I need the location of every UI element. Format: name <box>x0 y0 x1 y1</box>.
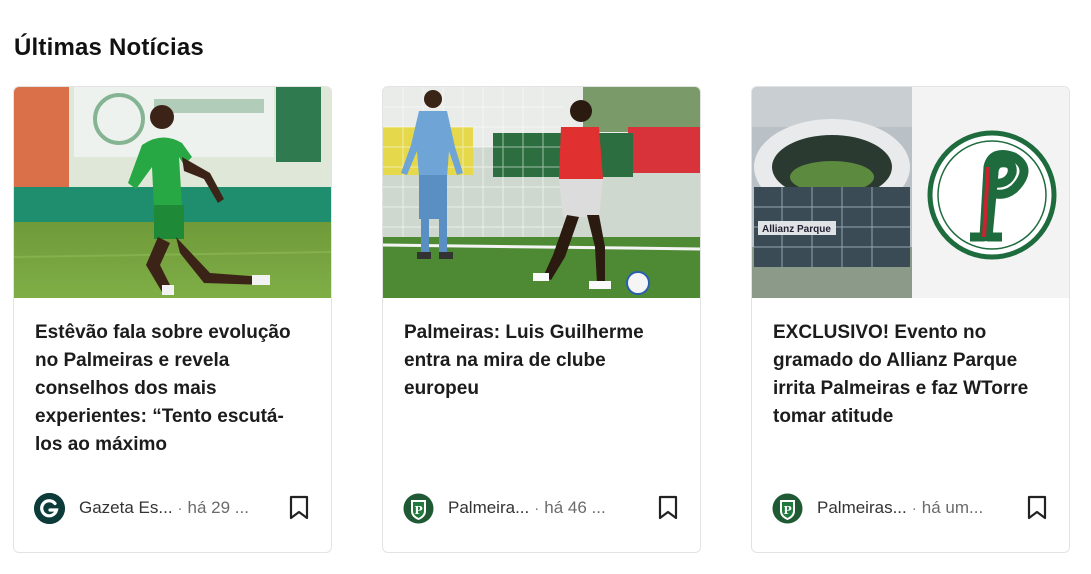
article-thumbnail[interactable] <box>14 87 331 298</box>
news-card[interactable]: Allianz Parque EXCLUSIVO! Evento no gram… <box>751 86 1070 553</box>
bookmark-icon <box>658 495 678 520</box>
palmeiras-crest-icon: P <box>772 493 803 524</box>
published-time: há 46 ... <box>544 498 606 517</box>
published-time: há 29 ... <box>187 498 249 517</box>
svg-text:Allianz Parque: Allianz Parque <box>762 224 831 235</box>
gazeta-logo-icon <box>34 492 65 524</box>
bookmark-button[interactable] <box>284 493 314 523</box>
stadium-and-crest-image: Allianz Parque <box>752 87 1069 298</box>
source-name[interactable]: Gazeta Es... <box>79 498 173 518</box>
news-card[interactable]: Estêvão fala sobre evolução no Palmeiras… <box>13 86 332 553</box>
bookmark-icon <box>1027 495 1047 520</box>
meta-separator: · <box>911 499 917 517</box>
article-meta: Gazeta Es... · há 29 ... <box>34 491 314 525</box>
training-goalkeeper-image <box>383 87 700 298</box>
svg-text:P: P <box>783 504 791 517</box>
article-thumbnail[interactable]: Allianz Parque <box>752 87 1069 298</box>
article-meta: P Palmeira... · há 46 ... <box>403 491 683 525</box>
palmeiras-crest-icon: P <box>403 493 434 524</box>
bookmark-button[interactable] <box>653 493 683 523</box>
article-headline[interactable]: Palmeiras: Luis Guilherme entra na mira … <box>404 319 680 403</box>
source-name[interactable]: Palmeira... <box>448 498 529 518</box>
article-thumbnail[interactable] <box>383 87 700 298</box>
article-meta: P Palmeiras... · há um... <box>772 491 1052 525</box>
source-name[interactable]: Palmeiras... <box>817 498 907 518</box>
article-headline[interactable]: EXCLUSIVO! Evento no gramado do Allianz … <box>773 319 1049 431</box>
player-green-kit-image <box>14 87 331 298</box>
news-card[interactable]: Palmeiras: Luis Guilherme entra na mira … <box>382 86 701 553</box>
bookmark-button[interactable] <box>1022 493 1052 523</box>
meta-separator: · <box>534 499 540 517</box>
section-title: Últimas Notícias <box>14 34 204 61</box>
article-headline[interactable]: Estêvão fala sobre evolução no Palmeiras… <box>35 319 311 459</box>
meta-separator: · <box>177 499 183 517</box>
bookmark-icon <box>289 495 309 520</box>
published-time: há um... <box>921 498 984 517</box>
svg-text:P: P <box>414 504 422 517</box>
